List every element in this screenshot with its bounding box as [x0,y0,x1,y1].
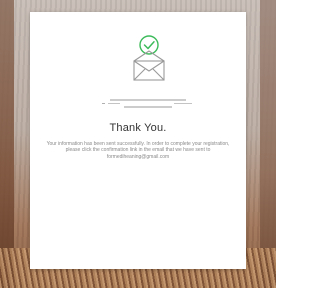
dialog-message: Your information has been sent successfu… [46,141,230,160]
divider-decoration [102,99,192,108]
envelope-checkmark-icon [130,34,168,82]
dialog-title: Thank You. [109,122,167,134]
background-right-edge [260,0,276,288]
background-left-edge [0,0,14,288]
